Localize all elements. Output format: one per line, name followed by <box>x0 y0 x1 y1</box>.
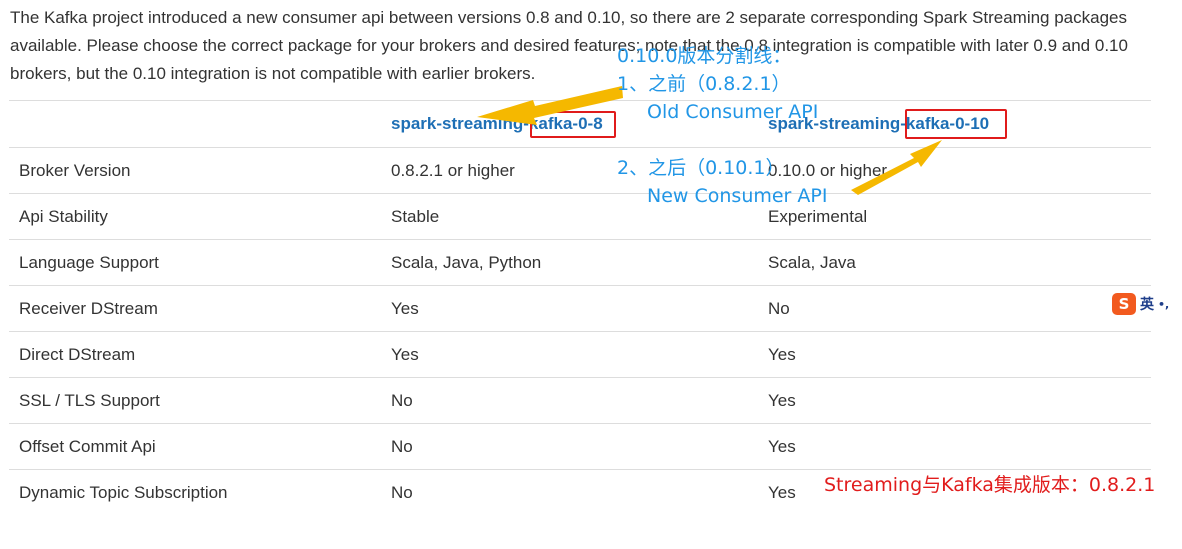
intro-paragraph: The Kafka project introduced a new consu… <box>10 8 1128 83</box>
row-label: Dynamic Topic Subscription <box>9 469 381 515</box>
cell-kafka-0-8: No <box>381 423 758 470</box>
ime-status-widget[interactable]: S 英 •, <box>1112 292 1182 316</box>
annotation-before: 1、之前（0.8.2.1） <box>617 73 791 95</box>
row-label: Receiver DStream <box>9 285 381 332</box>
cell-kafka-0-10: Yes <box>758 331 1151 378</box>
annotation-integration-version: Streaming与Kafka集成版本：0.8.2.1 <box>824 474 1156 496</box>
row-label: Broker Version <box>9 147 381 194</box>
highlight-box-kafka-0-10 <box>905 109 1007 139</box>
row-label: Language Support <box>9 239 381 286</box>
cell-kafka-0-8: Scala, Java, Python <box>381 239 758 286</box>
ime-punctuation-icon: •, <box>1158 297 1170 311</box>
highlight-box-kafka-0-8 <box>530 111 616 138</box>
cell-kafka-0-8: No <box>381 377 758 424</box>
table-row: SSL / TLS Support No Yes <box>9 377 1151 424</box>
cell-kafka-0-8: Yes <box>381 331 758 378</box>
row-label: Offset Commit Api <box>9 423 381 470</box>
row-label: Api Stability <box>9 193 381 240</box>
row-label: SSL / TLS Support <box>9 377 381 424</box>
cell-kafka-0-8: No <box>381 469 758 515</box>
cell-kafka-0-10: Scala, Java <box>758 239 1151 286</box>
cell-kafka-0-8: Yes <box>381 285 758 332</box>
header-empty-cell <box>9 100 381 148</box>
table-row: Broker Version 0.8.2.1 or higher 0.10.0 … <box>9 147 1151 194</box>
table-row: Receiver DStream Yes No <box>9 285 1151 332</box>
table-row: Api Stability Stable Experimental <box>9 193 1151 240</box>
table-row: Direct DStream Yes Yes <box>9 331 1151 378</box>
table-row: Language Support Scala, Java, Python Sca… <box>9 239 1151 286</box>
row-label: Direct DStream <box>9 331 381 378</box>
cell-kafka-0-10: Yes <box>758 423 1151 470</box>
cell-kafka-0-10: No <box>758 285 1151 332</box>
annotation-old-api: Old Consumer API <box>647 101 819 123</box>
annotation-new-api: New Consumer API <box>647 185 828 207</box>
kafka-integration-table: spark-streaming-kafka-0-8 spark-streamin… <box>9 100 1151 515</box>
table-row: Offset Commit Api No Yes <box>9 423 1151 470</box>
ime-language-label: 英 <box>1140 297 1154 313</box>
annotation-after: 2、之后（0.10.1） <box>617 157 785 179</box>
cell-kafka-0-10: Yes <box>758 377 1151 424</box>
sogou-logo-icon: S <box>1112 293 1136 315</box>
annotation-version-divider: 0.10.0版本分割线： <box>617 45 792 67</box>
